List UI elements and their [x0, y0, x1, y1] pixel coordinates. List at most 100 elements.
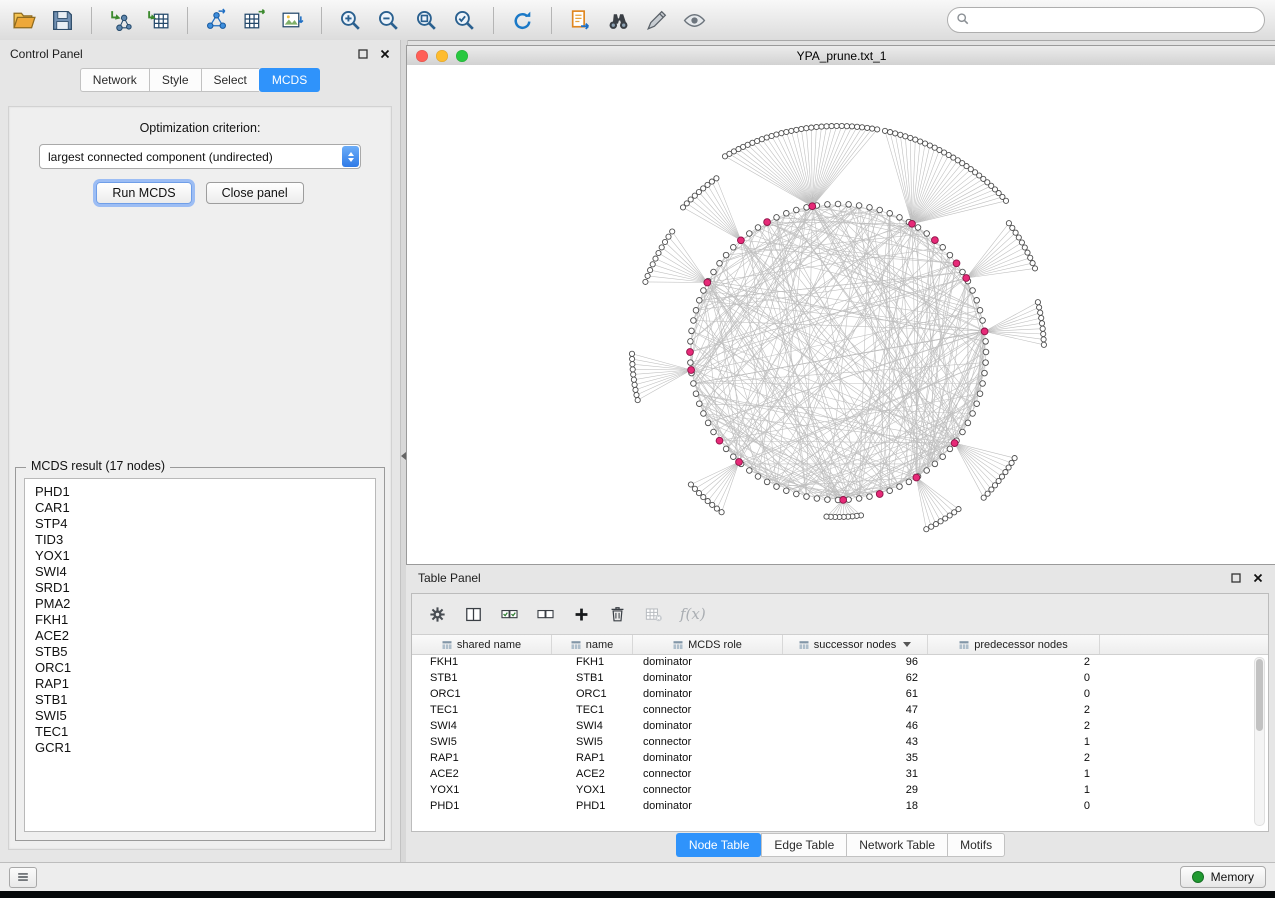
mcds-result-item[interactable]: ORC1: [35, 660, 365, 676]
columns-icon[interactable]: [464, 605, 483, 624]
search-input[interactable]: [947, 7, 1265, 33]
add-icon[interactable]: [572, 605, 591, 624]
cell-name: TEC1: [552, 702, 633, 718]
table-row[interactable]: ORC1ORC1dominator610: [412, 686, 1268, 702]
mcds-result-item[interactable]: YOX1: [35, 548, 365, 564]
mcds-result-item[interactable]: FKH1: [35, 612, 365, 628]
tab-network[interactable]: Network: [80, 68, 149, 92]
toolbar-icon-group: [10, 6, 709, 35]
table-row[interactable]: PHD1PHD1dominator180: [412, 798, 1268, 814]
delete-icon[interactable]: [608, 605, 627, 624]
export-web-icon[interactable]: [566, 6, 595, 35]
column-header-shared-name[interactable]: shared name: [412, 635, 552, 654]
run-mcds-button[interactable]: Run MCDS: [96, 182, 191, 204]
cell-filler: [1100, 686, 1268, 702]
mcds-result-item[interactable]: SRD1: [35, 580, 365, 596]
mcds-result-item[interactable]: PHD1: [35, 484, 365, 500]
table-row[interactable]: RAP1RAP1dominator352: [412, 750, 1268, 766]
column-header-mcds-role[interactable]: MCDS role: [633, 635, 783, 654]
column-header-name[interactable]: name: [552, 635, 633, 654]
column-header-label: MCDS role: [688, 639, 742, 651]
tab-select[interactable]: Select: [201, 68, 259, 92]
refresh-icon[interactable]: [508, 6, 537, 35]
zoom-out-icon[interactable]: [374, 6, 403, 35]
column-header-successor-nodes[interactable]: successor nodes: [783, 635, 928, 654]
network-window-titlebar[interactable]: YPA_prune.txt_1: [407, 46, 1275, 66]
zoom-fit-icon[interactable]: [412, 6, 441, 35]
export-image-icon[interactable]: [278, 6, 307, 35]
import-network-icon[interactable]: [106, 6, 135, 35]
select-all-icon[interactable]: [500, 605, 519, 624]
mcds-result-item[interactable]: RAP1: [35, 676, 365, 692]
column-header-predecessor-nodes[interactable]: predecessor nodes: [928, 635, 1100, 654]
float-panel-icon[interactable]: [358, 49, 368, 59]
mcds-result-item[interactable]: CAR1: [35, 500, 365, 516]
status-menu-button[interactable]: [9, 867, 37, 888]
table-row[interactable]: ACE2ACE2connector311: [412, 766, 1268, 782]
tab-style[interactable]: Style: [149, 68, 201, 92]
mcds-result-item[interactable]: STB1: [35, 692, 365, 708]
close-panel-icon[interactable]: [380, 49, 390, 59]
show-details-icon[interactable]: [680, 6, 709, 35]
table-row[interactable]: YOX1YOX1connector291: [412, 782, 1268, 798]
mcds-result-item[interactable]: PMA2: [35, 596, 365, 612]
cell-predecessors: 1: [928, 766, 1100, 782]
tab-network-table[interactable]: Network Table: [846, 833, 947, 857]
network-view-window: YPA_prune.txt_1: [406, 45, 1275, 565]
tab-mcds[interactable]: MCDS: [259, 68, 320, 92]
table-row[interactable]: TEC1TEC1connector472: [412, 702, 1268, 718]
cell-name: SWI4: [552, 718, 633, 734]
memory-button[interactable]: Memory: [1180, 866, 1266, 888]
mcds-result-item[interactable]: TID3: [35, 532, 365, 548]
zoom-selected-icon[interactable]: [450, 6, 479, 35]
network-canvas[interactable]: [407, 65, 1275, 564]
cell-predecessors: 0: [928, 798, 1100, 814]
zoom-window-button[interactable]: [456, 50, 468, 62]
hide-columns-icon[interactable]: [644, 605, 663, 624]
cell-predecessors: 2: [928, 718, 1100, 734]
criterion-dropdown[interactable]: largest connected component (undirected): [39, 144, 361, 169]
export-table-icon[interactable]: [240, 6, 269, 35]
export-network-icon[interactable]: [202, 6, 231, 35]
mcds-result-item[interactable]: ACE2: [35, 628, 365, 644]
float-table-panel-icon[interactable]: [1231, 573, 1241, 583]
mcds-result-item[interactable]: SWI5: [35, 708, 365, 724]
mcds-result-list[interactable]: PHD1CAR1STP4TID3YOX1SWI4SRD1PMA2FKH1ACE2…: [24, 478, 376, 832]
function-builder-icon[interactable]: f(x): [680, 605, 706, 623]
mcds-result-item[interactable]: TEC1: [35, 724, 365, 740]
table-row[interactable]: STB1STB1dominator620: [412, 670, 1268, 686]
settings-icon[interactable]: [428, 605, 447, 624]
open-folder-icon[interactable]: [10, 6, 39, 35]
table-scrollbar[interactable]: [1254, 657, 1265, 826]
table-row[interactable]: SWI5SWI5connector431: [412, 734, 1268, 750]
mcds-result-item[interactable]: STP4: [35, 516, 365, 532]
traffic-lights: [416, 50, 468, 62]
cell-shared_name: STB1: [412, 670, 552, 686]
mcds-result-item[interactable]: SWI4: [35, 564, 365, 580]
toolbar-divider: [321, 7, 322, 34]
tab-edge-table[interactable]: Edge Table: [761, 833, 846, 857]
close-panel-button[interactable]: Close panel: [206, 182, 304, 204]
cell-filler: [1100, 654, 1268, 670]
tab-node-table[interactable]: Node Table: [676, 833, 762, 857]
cell-shared_name: FKH1: [412, 654, 552, 670]
find-icon[interactable]: [604, 6, 633, 35]
save-icon[interactable]: [48, 6, 77, 35]
styles-icon[interactable]: [642, 6, 671, 35]
minimize-window-button[interactable]: [436, 50, 448, 62]
table-scrollbar-thumb[interactable]: [1256, 659, 1263, 731]
zoom-in-icon[interactable]: [336, 6, 365, 35]
import-table-icon[interactable]: [144, 6, 173, 35]
close-table-panel-icon[interactable]: [1253, 573, 1263, 583]
table-row[interactable]: SWI4SWI4dominator462: [412, 718, 1268, 734]
table-row[interactable]: FKH1FKH1dominator962: [412, 654, 1268, 670]
node-table: shared namename MCDS role successor nodes p…: [412, 635, 1268, 831]
cell-name: ACE2: [552, 766, 633, 782]
table-grip-icon: [959, 640, 969, 650]
mcds-result-item[interactable]: STB5: [35, 644, 365, 660]
close-window-button[interactable]: [416, 50, 428, 62]
tab-motifs[interactable]: Motifs: [947, 833, 1005, 857]
column-header-label: successor nodes: [814, 639, 897, 651]
deselect-all-icon[interactable]: [536, 605, 555, 624]
mcds-result-item[interactable]: GCR1: [35, 740, 365, 756]
